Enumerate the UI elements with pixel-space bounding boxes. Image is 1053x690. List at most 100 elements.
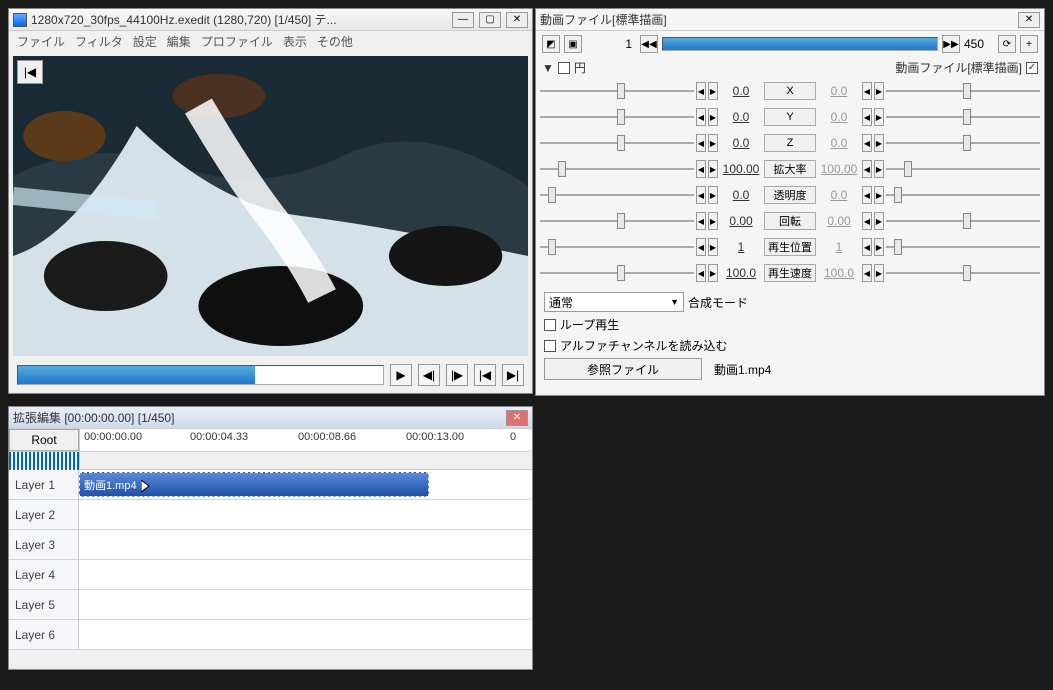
slider-right[interactable] (886, 212, 1040, 230)
spin-left-down[interactable]: ◀ (696, 160, 706, 178)
spin-right-down[interactable]: ◀ (862, 186, 872, 204)
value-right[interactable]: 0.0 (818, 134, 860, 152)
play-button[interactable]: ▶ (390, 364, 412, 386)
spin-left-down[interactable]: ◀ (696, 264, 706, 282)
step-back-button[interactable]: ◀| (418, 364, 440, 386)
refresh-button[interactable]: ⟳ (998, 35, 1016, 53)
timeline-close-button[interactable]: ✕ (506, 410, 528, 426)
video-clip[interactable]: 動画1.mp4 (79, 472, 429, 497)
spin-left-up[interactable]: ▶ (708, 264, 718, 282)
value-left[interactable]: 0.0 (720, 186, 762, 204)
seek-start-button[interactable]: ◀◀ (640, 35, 658, 53)
spin-right-up[interactable]: ▶ (874, 82, 884, 100)
menu-edit[interactable]: 編集 (167, 33, 191, 50)
spin-right-up[interactable]: ▶ (874, 212, 884, 230)
slider-left[interactable] (540, 238, 694, 256)
layer-track[interactable] (79, 560, 532, 589)
layer-track[interactable] (79, 500, 532, 529)
layer-label[interactable]: Layer 6 (9, 620, 79, 649)
spin-left-up[interactable]: ▶ (708, 160, 718, 178)
layer-track[interactable] (79, 590, 532, 619)
param-label[interactable]: 回転 (764, 212, 816, 230)
param-label[interactable]: Y (764, 108, 816, 126)
menu-filter[interactable]: フィルタ (75, 33, 123, 50)
slider-left[interactable] (540, 108, 694, 126)
reference-file-button[interactable]: 参照ファイル (544, 358, 702, 380)
value-left[interactable]: 0.0 (720, 134, 762, 152)
spin-right-up[interactable]: ▶ (874, 108, 884, 126)
value-left[interactable]: 0.00 (720, 212, 762, 230)
slider-left[interactable] (540, 264, 694, 282)
preview-titlebar[interactable]: 1280x720_30fps_44100Hz.exedit (1280,720)… (9, 9, 532, 31)
layer-label[interactable]: Layer 3 (9, 530, 79, 559)
add-button[interactable]: + (1020, 35, 1038, 53)
spin-right-up[interactable]: ▶ (874, 160, 884, 178)
spin-left-down[interactable]: ◀ (696, 238, 706, 256)
spin-right-up[interactable]: ▶ (874, 134, 884, 152)
slider-right[interactable] (886, 82, 1040, 100)
param-label[interactable]: 拡大率 (764, 160, 816, 178)
slider-left[interactable] (540, 160, 694, 178)
slider-right[interactable] (886, 264, 1040, 282)
spin-right-down[interactable]: ◀ (862, 82, 872, 100)
root-button[interactable]: Root (9, 429, 79, 451)
marker-start-button[interactable]: |◀ (17, 60, 43, 84)
section-enable-checkbox[interactable]: ✓ (1026, 62, 1038, 74)
value-left[interactable]: 0.0 (720, 108, 762, 126)
spin-left-up[interactable]: ▶ (708, 108, 718, 126)
value-right[interactable]: 100.00 (818, 160, 860, 178)
value-left[interactable]: 0.0 (720, 82, 762, 100)
layer-label[interactable]: Layer 2 (9, 500, 79, 529)
time-ruler[interactable]: 00:00:00.00 00:00:04.33 00:00:08.66 00:0… (79, 429, 532, 451)
close-button[interactable]: ✕ (506, 12, 528, 28)
props-close-button[interactable]: ✕ (1018, 12, 1040, 28)
spin-right-up[interactable]: ▶ (874, 186, 884, 204)
menu-view[interactable]: 表示 (283, 33, 307, 50)
param-label[interactable]: X (764, 82, 816, 100)
value-left[interactable]: 100.00 (720, 160, 762, 178)
layer-label[interactable]: Layer 4 (9, 560, 79, 589)
param-label[interactable]: 透明度 (764, 186, 816, 204)
spin-left-up[interactable]: ▶ (708, 82, 718, 100)
value-left[interactable]: 1 (720, 238, 762, 256)
blend-mode-select[interactable]: 通常▼ (544, 292, 684, 312)
minimize-button[interactable]: — (452, 12, 474, 28)
spin-left-up[interactable]: ▶ (708, 186, 718, 204)
spin-left-down[interactable]: ◀ (696, 108, 706, 126)
spin-right-down[interactable]: ◀ (862, 160, 872, 178)
layer-label[interactable]: Layer 5 (9, 590, 79, 619)
slider-right[interactable] (886, 134, 1040, 152)
value-right[interactable]: 1 (818, 238, 860, 256)
spin-right-down[interactable]: ◀ (862, 134, 872, 152)
toggle-b-button[interactable]: ▣ (564, 35, 582, 53)
slider-right[interactable] (886, 160, 1040, 178)
spin-left-up[interactable]: ▶ (708, 134, 718, 152)
zoom-scale[interactable] (9, 452, 79, 470)
param-label[interactable]: 再生位置 (764, 238, 816, 256)
value-right[interactable]: 0.0 (818, 82, 860, 100)
video-preview[interactable]: |◀ (13, 56, 528, 356)
layer-label[interactable]: Layer 1 (9, 470, 79, 499)
menu-file[interactable]: ファイル (17, 33, 65, 50)
spin-right-up[interactable]: ▶ (874, 264, 884, 282)
spin-left-up[interactable]: ▶ (708, 238, 718, 256)
slider-left[interactable] (540, 82, 694, 100)
spin-left-down[interactable]: ◀ (696, 186, 706, 204)
spin-left-down[interactable]: ◀ (696, 82, 706, 100)
param-label[interactable]: 再生速度 (764, 264, 816, 282)
spin-right-down[interactable]: ◀ (862, 108, 872, 126)
seek-end-button[interactable]: ▶▶ (942, 35, 960, 53)
expand-icon[interactable]: ▼ (542, 61, 554, 75)
layer-track[interactable] (79, 530, 532, 559)
layer-track[interactable]: 動画1.mp4 (79, 470, 532, 499)
slider-left[interactable] (540, 134, 694, 152)
timeline-titlebar[interactable]: 拡張編集 [00:00:00.00] [1/450] ✕ (9, 407, 532, 429)
frame-slider[interactable] (662, 37, 938, 51)
maximize-button[interactable]: ▢ (479, 12, 501, 28)
spin-right-down[interactable]: ◀ (862, 212, 872, 230)
layer-track[interactable] (79, 620, 532, 649)
value-right[interactable]: 0.0 (818, 186, 860, 204)
loop-checkbox[interactable] (544, 319, 556, 331)
value-right[interactable]: 0.0 (818, 108, 860, 126)
slider-right[interactable] (886, 186, 1040, 204)
